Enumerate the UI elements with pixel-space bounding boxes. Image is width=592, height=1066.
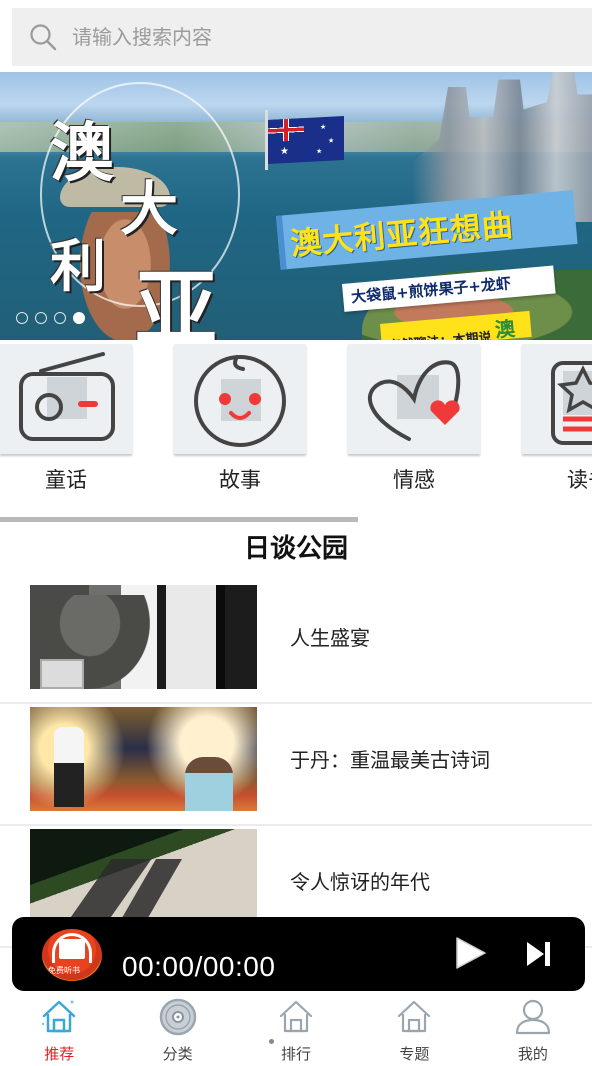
disc-icon (159, 998, 196, 1036)
search-input[interactable] (72, 25, 552, 49)
carousel-dot[interactable] (35, 312, 47, 324)
category-tile (174, 344, 306, 454)
category-label: 童话 (45, 468, 87, 492)
tab-label: 我的 (517, 1045, 548, 1063)
banner-big-title: 澳 大 利 亚 (40, 92, 270, 340)
list-item-title: 人生盛宴 (290, 626, 370, 650)
radio-icon (19, 352, 115, 441)
book-icon (59, 939, 85, 959)
app-page: 澳 大 利 亚 ★ ★ ★ ★ 澳大利亚狂想曲 大袋鼠+煎饼果子+龙虾 字然聊法… (0, 0, 592, 1066)
program-list: 人生盛宴 于丹：重温最美古诗词 令人惊讶的年代 (0, 582, 592, 948)
player-cover-art[interactable]: 免费听书 (42, 929, 102, 981)
list-item-thumbnail (30, 707, 257, 811)
tab-label: 推荐 (44, 1045, 75, 1063)
tab-recommend[interactable]: 推荐 (0, 993, 118, 1066)
baby-face-icon (194, 355, 286, 447)
category-scroll-indicator (0, 517, 358, 522)
tab-ranking[interactable]: 排行 (237, 993, 355, 1066)
search-icon[interactable] (28, 22, 58, 52)
search-bar[interactable] (12, 8, 592, 66)
carousel-indicators (16, 312, 85, 324)
category-scroller[interactable]: 童话 故事 情感 读 (0, 340, 592, 500)
promo-banner[interactable]: 澳 大 利 亚 ★ ★ ★ ★ 澳大利亚狂想曲 大袋鼠+煎饼果子+龙虾 字然聊法… (0, 72, 592, 340)
banner-slogan: 澳大利亚狂想曲 (276, 190, 578, 270)
tab-label: 排行 (281, 1045, 312, 1063)
carousel-dot-active[interactable] (73, 312, 85, 324)
play-icon (456, 937, 486, 969)
list-item-title: 令人惊讶的年代 (290, 870, 430, 894)
tab-profile[interactable]: 我的 (474, 993, 592, 1066)
star-card-icon (551, 361, 592, 445)
notification-dot (268, 1039, 274, 1044)
home-icon (279, 1000, 313, 1033)
banner-tagline-text: 字然聊法：本期说 (387, 330, 492, 340)
category-item[interactable]: 读书 (522, 344, 592, 494)
category-tile (522, 344, 592, 454)
category-tile (348, 344, 480, 454)
banner-slogan-text: 澳大利亚狂想曲 (289, 207, 516, 263)
home-icon (42, 1000, 76, 1033)
category-tile (0, 344, 132, 454)
user-icon (515, 999, 550, 1035)
category-label: 故事 (219, 468, 261, 492)
section-title: 日谈公园 (243, 534, 348, 564)
australia-flag-icon: ★ ★ ★ ★ (268, 116, 344, 164)
list-item[interactable]: 人生盛宴 (0, 582, 592, 704)
category-item[interactable]: 情感 (348, 344, 480, 494)
category-item[interactable]: 故事 (174, 344, 306, 494)
category-label: 情感 (393, 468, 435, 492)
skip-next-icon (527, 942, 550, 966)
mini-player[interactable]: 免费听书 00:00/00:00 (12, 917, 585, 991)
list-item[interactable]: 于丹：重温最美古诗词 (0, 704, 592, 826)
tab-category[interactable]: 分类 (118, 993, 236, 1066)
cover-caption: 免费听书 (48, 966, 80, 975)
carousel-dot[interactable] (16, 312, 28, 324)
banner-title-char: 亚 (135, 261, 218, 340)
skip-next-button[interactable] (524, 939, 554, 969)
list-item-thumbnail (30, 585, 257, 689)
banner-title-char: 大 (120, 175, 179, 243)
heart-icon (367, 360, 461, 441)
playback-time: 00:00/00:00 (122, 951, 276, 982)
banner-title-char: 澳 (50, 116, 114, 191)
tab-label: 分类 (162, 1045, 193, 1063)
carousel-dot[interactable] (54, 312, 66, 324)
search-header (0, 0, 592, 72)
play-button[interactable] (452, 935, 488, 971)
banner-title-char: 利 (50, 234, 106, 300)
category-label: 读书 (567, 468, 592, 492)
bottom-tab-bar: 推荐 分类 排行 专题 我的 (0, 993, 592, 1066)
list-item-title: 于丹：重温最美古诗词 (290, 748, 490, 772)
banner-tagline-highlight: 澳 (493, 316, 516, 340)
home-icon (398, 1000, 431, 1033)
tab-label: 专题 (399, 1045, 430, 1063)
tab-topics[interactable]: 专题 (355, 993, 473, 1066)
category-item[interactable]: 童话 (0, 344, 132, 494)
